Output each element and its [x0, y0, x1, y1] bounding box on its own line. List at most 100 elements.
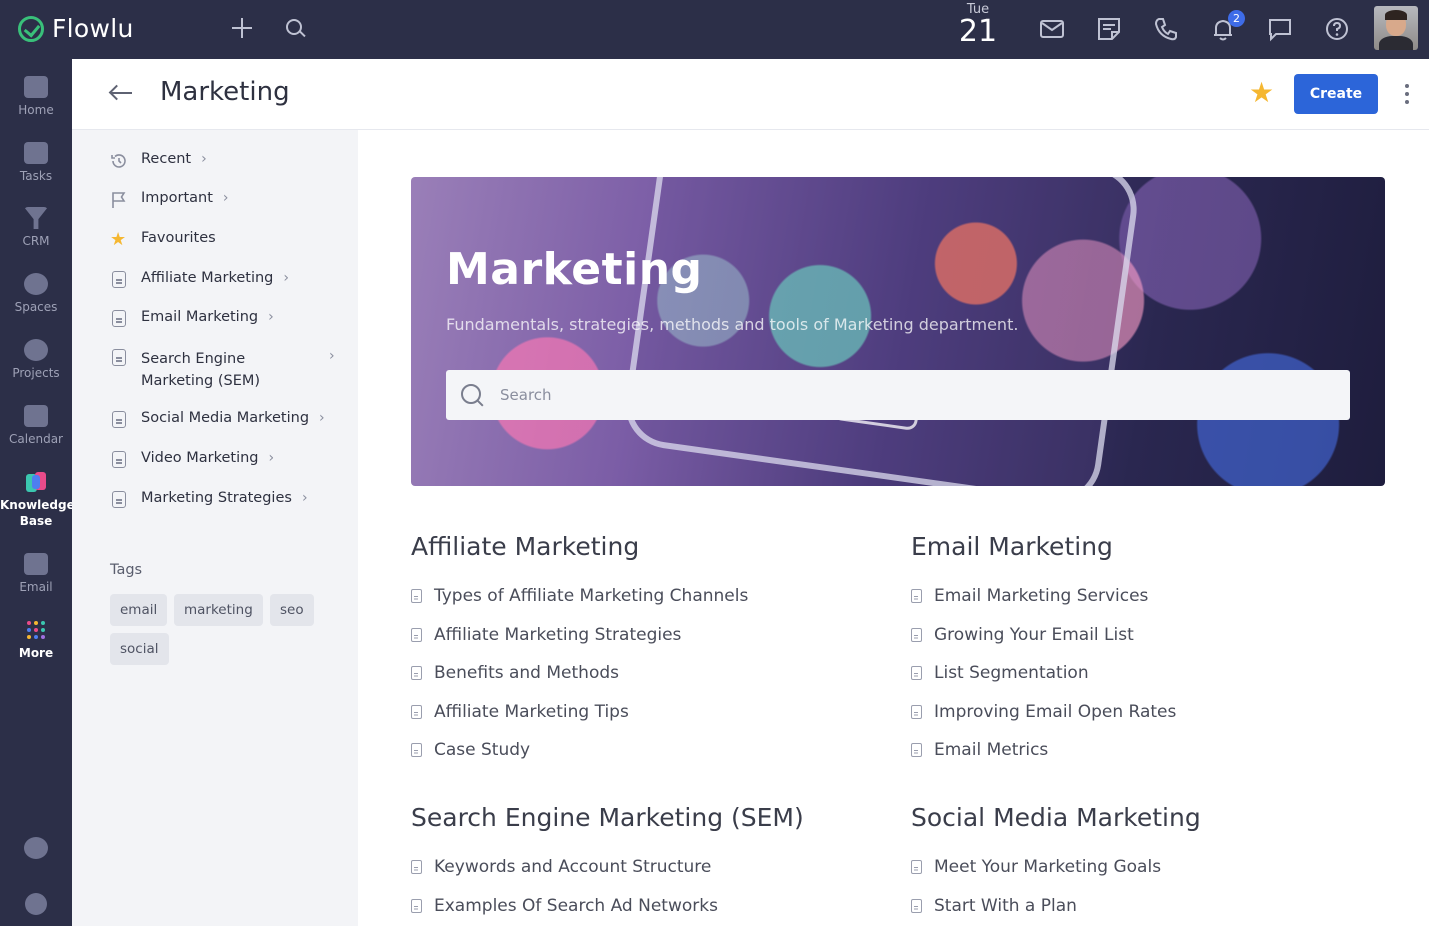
tag-chip[interactable]: seo	[270, 594, 314, 626]
rail-item-calendar[interactable]: Calendar	[0, 405, 72, 447]
tag-chip[interactable]: email	[110, 594, 168, 626]
tags-title: Tags	[110, 562, 143, 578]
article-link[interactable]: Benefits and Methods	[411, 654, 871, 693]
search-input[interactable]	[500, 370, 1340, 420]
rail-item-crm[interactable]: CRM	[0, 207, 72, 249]
chat-icon[interactable]	[1265, 14, 1295, 44]
tag-chip[interactable]: marketing	[174, 594, 263, 626]
article-link[interactable]: Start With a Plan	[911, 887, 1371, 926]
mail-icon[interactable]	[1037, 14, 1067, 44]
article-link[interactable]: Growing Your Email List	[911, 616, 1371, 655]
rail-item-projects[interactable]: Projects	[0, 339, 72, 381]
sidebar-item-favourites[interactable]: ★ Favourites	[110, 230, 216, 249]
article-link[interactable]: Meet Your Marketing Goals	[911, 848, 1371, 887]
sidebar-item-important[interactable]: Important ›	[110, 190, 229, 209]
knowledge-base-sidebar: Recent › Important › ★ Favourites Affili…	[72, 130, 358, 926]
favourite-star-icon[interactable]: ★	[1249, 79, 1274, 107]
document-icon	[911, 898, 922, 913]
rail-item-tasks[interactable]: Tasks	[0, 142, 72, 184]
sidebar-item-search-engine-marketing[interactable]: Search Engine Marketing (SEM) ›	[110, 348, 342, 392]
article-link[interactable]: Examples Of Search Ad Networks	[411, 887, 871, 926]
rail-label: Spaces	[14, 300, 58, 314]
section-title[interactable]: Email Marketing	[911, 532, 1371, 561]
section-search-engine-marketing: Search Engine Marketing (SEM) Keywords a…	[411, 803, 871, 925]
rail-label: Tasks	[19, 169, 53, 183]
article-title: Email Metrics	[934, 740, 1049, 761]
article-title: Types of Affiliate Marketing Channels	[434, 586, 749, 607]
email-icon	[24, 553, 48, 575]
document-icon	[112, 451, 126, 468]
rail-item-help[interactable]	[0, 837, 72, 863]
section-title[interactable]: Social Media Marketing	[911, 803, 1371, 832]
sidebar-item-label: Video Marketing	[141, 450, 259, 466]
rail-item-knowledge-base[interactable]: Knowledge Base	[0, 471, 75, 529]
article-title: Case Study	[434, 740, 531, 761]
notification-badge: 2	[1228, 10, 1245, 27]
document-icon	[411, 589, 422, 604]
article-link[interactable]: Types of Affiliate Marketing Channels	[411, 577, 871, 616]
sidebar-item-email-marketing[interactable]: Email Marketing ›	[110, 309, 274, 327]
article-link[interactable]: Improving Email Open Rates	[911, 693, 1371, 732]
rail-item-email[interactable]: Email	[0, 553, 72, 595]
rail-label: Email	[19, 580, 53, 594]
article-link[interactable]: Keywords and Account Structure	[411, 848, 871, 887]
article-title: Benefits and Methods	[434, 663, 619, 684]
rail-label: CRM	[22, 234, 50, 248]
create-button[interactable]: Create	[1294, 74, 1378, 114]
article-title: Affiliate Marketing Strategies	[434, 624, 682, 645]
tag-chip[interactable]: social	[110, 633, 169, 665]
section-title[interactable]: Search Engine Marketing (SEM)	[411, 803, 871, 832]
sidebar-item-video-marketing[interactable]: Video Marketing ›	[110, 450, 274, 468]
sidebar-item-affiliate-marketing[interactable]: Affiliate Marketing ›	[110, 270, 289, 288]
article-link[interactable]: Email Metrics	[911, 731, 1371, 770]
article-link[interactable]: Affiliate Marketing Strategies	[411, 616, 871, 655]
article-title: List Segmentation	[934, 663, 1089, 684]
article-title: Meet Your Marketing Goals	[934, 857, 1162, 878]
document-icon	[911, 743, 922, 758]
rail-label: Home	[18, 103, 54, 117]
article-link[interactable]: List Segmentation	[911, 654, 1371, 693]
rail-label: Calendar	[9, 432, 63, 446]
chevron-right-icon: ›	[301, 490, 308, 506]
rail-item-spaces[interactable]: Spaces	[0, 273, 72, 315]
document-icon	[411, 860, 422, 875]
app-name: Flowlu	[52, 14, 134, 43]
sidebar-item-label-line: Search Engine	[141, 351, 246, 367]
app-nav-rail: Home Tasks CRM Spaces Projects Calendar …	[0, 59, 75, 926]
section-title[interactable]: Affiliate Marketing	[411, 532, 871, 561]
more-options-icon[interactable]	[1405, 84, 1411, 104]
section-affiliate-marketing: Affiliate Marketing Types of Affiliate M…	[411, 532, 871, 770]
sidebar-item-marketing-strategies[interactable]: Marketing Strategies ›	[110, 490, 308, 508]
phone-icon[interactable]	[1151, 14, 1181, 44]
sidebar-item-social-media-marketing[interactable]: Social Media Marketing ›	[110, 410, 325, 428]
user-avatar[interactable]	[1374, 6, 1418, 50]
notes-icon[interactable]	[1094, 14, 1124, 44]
search-icon[interactable]	[281, 14, 309, 42]
document-icon	[911, 627, 922, 642]
rail-label: Projects	[12, 366, 60, 380]
section-email-marketing: Email Marketing Email Marketing Services…	[911, 532, 1371, 770]
sidebar-item-label: Social Media Marketing	[141, 410, 310, 426]
chevron-right-icon: ›	[329, 348, 335, 364]
article-link[interactable]: Email Marketing Services	[911, 577, 1371, 616]
section-social-media-marketing: Social Media Marketing Meet Your Marketi…	[911, 803, 1371, 925]
article-link[interactable]: Case Study	[411, 731, 871, 770]
date-widget[interactable]: Tue 21	[958, 2, 998, 47]
hero-title: Marketing	[446, 244, 703, 295]
article-title: Growing Your Email List	[934, 624, 1134, 645]
support-icon	[24, 837, 48, 859]
back-arrow-icon[interactable]	[108, 81, 136, 105]
app-logo[interactable]: Flowlu	[18, 14, 134, 43]
help-icon[interactable]	[1322, 14, 1352, 44]
rail-item-home[interactable]: Home	[0, 76, 72, 118]
flowlu-logo-icon	[18, 15, 44, 42]
document-icon	[112, 271, 126, 288]
article-title: Affiliate Marketing Tips	[434, 701, 629, 722]
article-link[interactable]: Affiliate Marketing Tips	[411, 693, 871, 732]
sidebar-item-recent[interactable]: Recent ›	[110, 151, 207, 170]
document-icon	[112, 411, 126, 428]
flag-icon	[110, 191, 128, 209]
plus-icon[interactable]	[228, 14, 256, 42]
rail-item-more[interactable]: More	[0, 621, 72, 661]
rail-item-settings[interactable]	[0, 893, 72, 919]
